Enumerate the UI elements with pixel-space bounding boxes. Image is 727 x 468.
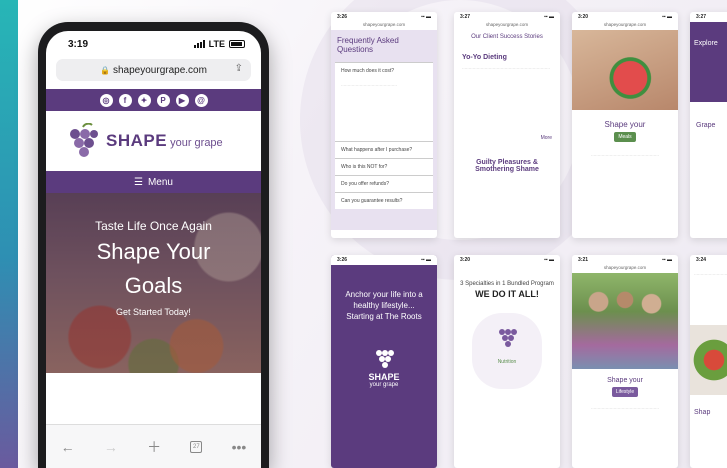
instagram-icon[interactable]: ◎ bbox=[99, 93, 113, 107]
watermelon-photo bbox=[572, 30, 678, 110]
salad-photo bbox=[690, 325, 727, 395]
thumb-time: 3:27 bbox=[696, 14, 707, 20]
pinterest-icon[interactable]: P bbox=[156, 93, 170, 107]
nutrition-label: Nutrition bbox=[497, 359, 517, 365]
edge-heading: Shap bbox=[694, 409, 711, 416]
story-1-title: Yo-Yo Dieting bbox=[462, 54, 507, 61]
url-text: shapeyourgrape.com bbox=[113, 64, 207, 76]
edge-text: ………………………… bbox=[694, 271, 727, 276]
thumb-time: 3:21 bbox=[578, 257, 589, 263]
thumb-faq: 3:26 ▪▪ ▬ shapeyourgrape.com Frequently A… bbox=[331, 12, 437, 238]
meals-tag: Meals bbox=[614, 132, 636, 142]
get-started-link[interactable]: Get Started Today! bbox=[46, 307, 261, 317]
twitter-icon[interactable]: ✦ bbox=[137, 93, 151, 107]
address-bar[interactable]: 🔒 shapeyourgrape.com ⇪ bbox=[56, 59, 251, 81]
network-label: LTE bbox=[208, 39, 225, 49]
browser-toolbar: ← → ＋ 27 ••• bbox=[46, 424, 261, 468]
hamburger-icon: ☰ bbox=[134, 176, 143, 188]
thumb-time: 3:26 bbox=[337, 14, 348, 20]
tabs-icon[interactable]: 27 bbox=[190, 440, 203, 453]
phone-screen: 3:19 LTE 🔒 shapeyourgrape.com ⇪ ◎ f ✦ P … bbox=[46, 31, 261, 468]
thumb-edge: 3:24 ………………………… Shap bbox=[690, 255, 727, 468]
faq-q4[interactable]: Do you offer refunds? bbox=[335, 175, 433, 192]
roots-tagline: your grape bbox=[369, 382, 399, 388]
more-icon[interactable]: ••• bbox=[232, 439, 247, 455]
group-yoga-photo bbox=[572, 273, 678, 369]
phone-mockup: 3:19 LTE 🔒 shapeyourgrape.com ⇪ ◎ f ✦ P … bbox=[38, 22, 269, 468]
email-icon[interactable]: @ bbox=[194, 93, 208, 107]
thumb-time: 3:24 bbox=[696, 257, 707, 263]
new-tab-icon[interactable]: ＋ bbox=[147, 437, 161, 457]
meals-heading: Shape your bbox=[604, 120, 646, 129]
grape-hero: Explore bbox=[690, 22, 727, 102]
back-icon[interactable]: ← bbox=[61, 439, 75, 455]
story-2-title: Guilty Pleasures & Smothering Shame bbox=[475, 159, 539, 173]
thumb-lifestyle: 3:21 ▪▪ ▬ shapeyourgrape.com Shape your L… bbox=[572, 255, 678, 468]
share-icon[interactable]: ⇪ bbox=[235, 63, 243, 74]
status-indicators: LTE bbox=[193, 39, 245, 49]
battery-icon bbox=[229, 40, 245, 48]
thumb-time: 3:20 bbox=[578, 14, 589, 20]
social-links-bar: ◎ f ✦ P ▶ @ bbox=[46, 89, 261, 111]
specialties-line-2: WE DO IT ALL! bbox=[475, 289, 539, 299]
thumb-specialties: 3:20 ▪▪ ▬ 3 Specialties in 1 Bundled Prog… bbox=[454, 255, 560, 468]
grape-logo-icon bbox=[70, 123, 98, 157]
faq-q5[interactable]: Can you guarantee results? bbox=[335, 192, 433, 209]
thumb-grape-edge: 3:27 Explore Grape bbox=[690, 12, 727, 238]
roots-text: Anchor your life into a healthy lifestyl… bbox=[345, 290, 423, 321]
meals-body-text: …………………………………………… bbox=[591, 152, 659, 157]
signal-icon bbox=[193, 40, 205, 48]
thumb-time: 3:26 bbox=[337, 257, 348, 263]
decorative-side-strip bbox=[0, 0, 18, 468]
faq-title: Frequently Asked Questions bbox=[337, 36, 399, 54]
logo-wordmark: SHAPE your grape bbox=[106, 131, 223, 151]
hero-title-line-1: Shape Your bbox=[96, 239, 211, 264]
logo-tagline: your grape bbox=[170, 137, 223, 149]
faq-answer-text: …………………………………… bbox=[341, 82, 397, 87]
thumb-meals: 3:20 ▪▪ ▬ shapeyourgrape.com Shape your M… bbox=[572, 12, 678, 238]
roots-brand: SHAPE bbox=[368, 372, 400, 382]
site-logo[interactable]: SHAPE your grape bbox=[46, 111, 261, 171]
lifestyle-tag: Lifestyle bbox=[611, 387, 639, 397]
menu-label: Menu bbox=[147, 176, 173, 188]
lock-icon: 🔒 bbox=[100, 65, 110, 75]
status-bar: 3:19 LTE bbox=[46, 31, 261, 57]
faq-q2[interactable]: What happens after I purchase? bbox=[335, 141, 433, 158]
success-title: Our Client Success Stories bbox=[471, 34, 543, 40]
nutrition-card[interactable]: Nutrition bbox=[472, 313, 542, 389]
thumb-time: 3:27 bbox=[460, 14, 471, 20]
grape-heading: Grape bbox=[696, 122, 716, 129]
story-1-text: ………………………………………………………… bbox=[462, 65, 550, 70]
hero-subtitle: Taste Life Once Again bbox=[95, 219, 212, 233]
thumb-roots: 3:26 ▪▪ ▬ Anchor your life into a healthy… bbox=[331, 255, 437, 468]
more-link[interactable]: More bbox=[462, 135, 552, 141]
roots-grape-icon bbox=[374, 348, 394, 368]
thumb-success-stories: 3:27 ▪▪ ▬ shapeyourgrape.com Our Client S… bbox=[454, 12, 560, 238]
hero-title-line-2: Goals bbox=[124, 273, 183, 298]
faq-q1[interactable]: How much does it cost? bbox=[335, 62, 433, 79]
nutrition-grape-icon bbox=[497, 327, 517, 347]
menu-button[interactable]: ☰ Menu bbox=[46, 171, 261, 193]
lifestyle-body-text: …………………………………………… bbox=[591, 405, 659, 410]
forward-icon[interactable]: → bbox=[104, 439, 118, 455]
hero-banner: Taste Life Once Again Shape Your Goals G… bbox=[46, 193, 261, 373]
lifestyle-heading: Shape your bbox=[607, 377, 643, 384]
faq-q3[interactable]: Who is this NOT for? bbox=[335, 158, 433, 175]
status-time: 3:19 bbox=[68, 38, 89, 50]
youtube-icon[interactable]: ▶ bbox=[175, 93, 189, 107]
specialties-line-1: 3 Specialties in 1 Bundled Program bbox=[460, 281, 554, 287]
facebook-icon[interactable]: f bbox=[118, 93, 132, 107]
thumb-time: 3:20 bbox=[460, 257, 471, 263]
logo-brand: SHAPE bbox=[106, 131, 168, 150]
